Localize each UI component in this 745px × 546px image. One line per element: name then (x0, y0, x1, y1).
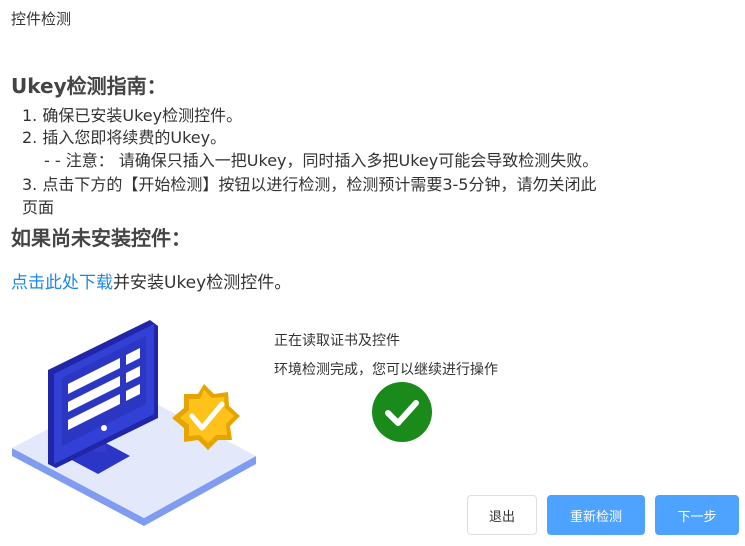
download-line: 点击此处下载并安装Ukey检测控件。 (11, 268, 291, 293)
next-step-button[interactable]: 下一步 (655, 495, 739, 535)
install-heading: 如果尚未安装控件： (11, 226, 191, 250)
computer-certificate-illustration (12, 320, 256, 526)
check-circle-icon (372, 382, 432, 442)
status-reading-text: 正在读取证书及控件 (274, 333, 400, 349)
guide-step-note: - - 注意： 请确保只插入一把Ukey，同时插入多把Ukey可能会导致检测失败… (44, 151, 599, 170)
status-complete-text: 环境检测完成，您可以继续进行操作 (274, 362, 498, 378)
guide-heading: Ukey检测指南： (11, 74, 167, 98)
window-title: 控件检测 (11, 10, 72, 28)
retest-button[interactable]: 重新检测 (547, 495, 645, 535)
download-rest-text: 并安装Ukey检测控件。 (113, 273, 292, 293)
guide-step-3: 3. 点击下方的【开始检测】按钮以进行检测，检测预计需要3-5分钟，请勿关闭此 (22, 175, 597, 194)
guide-step-1: 1. 确保已安装Ukey检测控件。 (22, 106, 243, 125)
guide-step-2: 2. 插入您即将续费的Ukey。 (22, 128, 227, 147)
exit-button[interactable]: 退出 (467, 495, 537, 535)
guide-step-3-continued: 页面 (22, 198, 55, 217)
monitor-button (101, 425, 107, 431)
download-link[interactable]: 点击此处下载 (11, 273, 113, 293)
